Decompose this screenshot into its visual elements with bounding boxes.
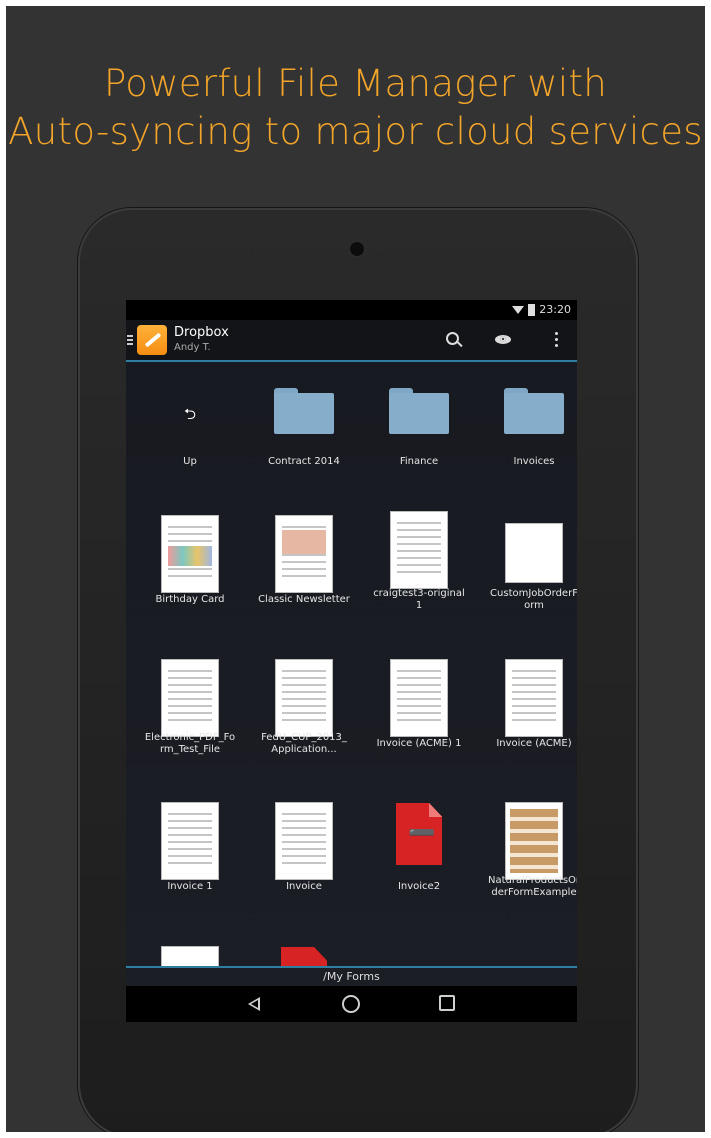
file-item[interactable]: Classic Newsletter xyxy=(248,500,360,640)
document-thumbnail xyxy=(276,660,332,736)
overflow-icon[interactable] xyxy=(546,330,566,352)
file-item[interactable]: Birthday Card xyxy=(134,500,246,640)
document-thumbnail xyxy=(506,660,562,736)
file-label: Invoice (ACME) xyxy=(496,738,572,749)
status-time: 23:20 xyxy=(539,303,571,316)
document-thumbnail xyxy=(276,803,332,879)
document-thumbnail xyxy=(506,524,562,582)
file-item[interactable]: Invoices xyxy=(478,362,577,502)
battery-icon xyxy=(528,303,536,316)
file-label: Birthday Card xyxy=(155,594,225,605)
file-label: craigtest3-original 1 xyxy=(373,588,465,611)
nav-bar xyxy=(126,986,577,1022)
document-thumbnail xyxy=(162,516,218,592)
document-thumbnail xyxy=(391,660,447,736)
camera-icon xyxy=(350,242,364,256)
file-label: Invoice (ACME) 1 xyxy=(376,738,462,749)
file-label: Invoice 1 xyxy=(167,881,213,892)
document-thumbnail xyxy=(276,516,332,592)
file-label: Invoices xyxy=(513,456,555,467)
file-item[interactable]: FedU_CUP_2013_ Application... xyxy=(248,644,360,784)
file-label: Contract 2014 xyxy=(268,456,340,467)
file-item[interactable]: Invoice xyxy=(248,787,360,927)
file-label: CustomJobOrderF orm xyxy=(490,588,577,611)
file-item[interactable]: ⮌ Up xyxy=(134,362,246,502)
file-grid: ⮌ Up Contract 2014 Finance Invoices Birthday … xyxy=(126,362,577,970)
action-bar: Dropbox Andy T. xyxy=(126,320,577,362)
app-icon[interactable] xyxy=(137,325,167,355)
up-arrow-icon: ⮌ xyxy=(183,405,197,423)
pdf-file-icon: ➖ xyxy=(396,803,442,865)
file-item[interactable] xyxy=(248,929,360,970)
back-icon[interactable] xyxy=(246,995,264,1013)
search-icon[interactable] xyxy=(444,330,464,350)
status-bar: 23:20 xyxy=(126,300,577,320)
document-thumbnail xyxy=(162,803,218,879)
document-thumbnail xyxy=(162,660,218,736)
file-item[interactable]: CustomJobOrderF orm xyxy=(478,500,577,640)
promo-headline-line2: Auto-syncing to major cloud services xyxy=(8,110,703,153)
recents-icon[interactable] xyxy=(439,995,455,1011)
file-item[interactable]: Finance xyxy=(363,362,475,502)
file-label: Electronic_PDF_Fo rm_Test_File xyxy=(144,732,236,755)
home-icon[interactable] xyxy=(342,995,360,1013)
path-bar: /My Forms xyxy=(126,966,577,988)
file-item[interactable]: Invoice (ACME) xyxy=(478,644,577,784)
file-item[interactable]: Invoice (ACME) 1 xyxy=(363,644,475,784)
file-item[interactable]: Electronic_PDF_Fo rm_Test_File xyxy=(134,644,246,784)
file-item[interactable]: NaturalProductsOr derFormExample xyxy=(478,787,577,927)
file-label: NaturalProductsOr derFormExample xyxy=(487,875,577,898)
wifi-icon xyxy=(512,305,525,314)
folder-icon xyxy=(504,388,564,434)
app-title[interactable]: Dropbox xyxy=(174,325,229,340)
file-label: FedU_CUP_2013_ Application... xyxy=(261,732,347,755)
file-item[interactable]: Contract 2014 xyxy=(248,362,360,502)
folder-icon xyxy=(389,388,449,434)
folder-icon xyxy=(274,388,334,434)
file-label: Invoice2 xyxy=(397,881,441,892)
menu-icon[interactable] xyxy=(127,335,133,346)
device-screen: 23:20 Dropbox Andy T. ⮌ Up Contract 2014 Fi… xyxy=(126,300,577,1022)
promo-headline-line1: Powerful File Manager with xyxy=(103,62,608,105)
file-label: Finance xyxy=(399,456,439,467)
file-label: Invoice xyxy=(286,881,322,892)
file-label: Up xyxy=(183,456,197,467)
document-thumbnail xyxy=(506,803,562,879)
file-label: Classic Newsletter xyxy=(258,594,350,605)
eye-icon[interactable] xyxy=(494,330,514,350)
account-subtitle: Andy T. xyxy=(174,342,211,353)
file-item[interactable] xyxy=(134,929,246,970)
file-item[interactable]: Invoice 1 xyxy=(134,787,246,927)
file-item[interactable]: ➖ Invoice2 xyxy=(363,787,475,927)
file-item[interactable]: craigtest3-original 1 xyxy=(363,500,475,640)
document-thumbnail xyxy=(391,512,447,588)
